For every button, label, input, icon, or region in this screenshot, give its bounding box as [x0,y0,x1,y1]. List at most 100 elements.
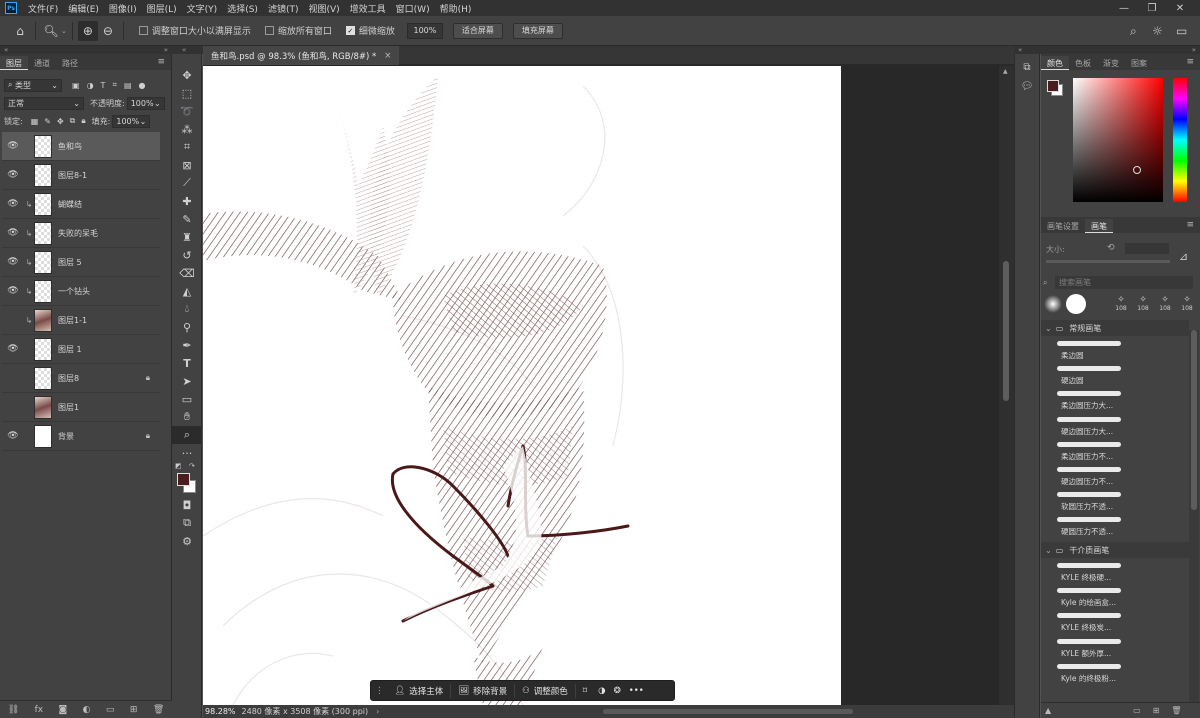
new-group-icon[interactable]: ▭ [106,705,115,715]
zoom-out-icon[interactable]: ⊖ [98,21,118,41]
comments-panel-icon[interactable]: 💬︎ [1015,81,1039,92]
brush-preset[interactable]: 硬边圆压力不... [1055,464,1123,489]
minimize-icon[interactable]: — [1110,0,1138,16]
more-options-icon[interactable]: ••• [625,680,648,701]
panel-menu-icon[interactable]: ≡ [157,57,165,67]
zoom-status[interactable]: 98.28% [205,707,236,716]
scroll-up-icon[interactable]: ▲ [1003,68,1008,75]
menu-item[interactable]: 编辑(E) [63,2,104,15]
zoom-tool-preset-icon[interactable]: 🔍︎ [41,21,61,41]
brush-size-icon[interactable]: ▲ [1045,706,1051,715]
select-subject-button[interactable]: 👤︎ 选择主体 [388,680,451,701]
layer-row[interactable]: 👁︎ ↳ 失败的呆毛 [2,219,160,248]
layer-row[interactable]: 图层8 🔒︎ [2,364,160,393]
menu-item[interactable]: 滤镜(T) [263,2,304,15]
menu-item[interactable]: 文字(Y) [182,2,223,15]
screen-mode-icon[interactable]: ⧉ [172,514,202,532]
quick-mask-icon[interactable]: ◘ [172,496,202,514]
panel-menu-icon[interactable]: ≡ [1186,57,1194,67]
close-icon[interactable]: ✕ [1166,0,1194,16]
menu-item[interactable]: 窗口(W) [391,2,435,15]
move-tool-icon[interactable]: ✥ [172,66,202,84]
new-layer-icon[interactable]: ⊞ [130,705,138,715]
filter-kind-select[interactable]: ⌕ 类型 ⌄ [4,78,62,92]
panel-menu-icon[interactable]: ≡ [1186,220,1194,230]
pixel-filter-icon[interactable]: ▣ [72,81,80,90]
create-new-brush-icon[interactable]: ⊞ [1153,706,1160,715]
brush-preset[interactable]: KYLE 终极炭... [1055,610,1123,635]
layer-row[interactable]: 👁︎ ↳ 图层 5 [2,248,160,277]
visibility-eye-icon[interactable]: 👁︎ [2,344,24,354]
menu-item[interactable]: 图像(I) [104,2,142,15]
tab-brush-settings[interactable]: 画笔设置 [1041,219,1085,233]
tools-collapse-strip[interactable]: « [172,46,203,54]
smart-object-filter-icon[interactable]: ▤ [124,81,132,90]
history-brush-tool-icon[interactable]: ↺ [172,246,202,264]
zoom-tool-icon[interactable]: ⌕ [172,426,202,444]
brush-preset[interactable]: 硬边圆 [1055,363,1123,388]
reset-size-icon[interactable]: ⟲ [1107,243,1115,253]
brush-tip-hard[interactable] [1066,294,1086,314]
edit-toolbar-icon[interactable]: ⚙ [172,532,202,550]
pen-tool-icon[interactable]: ✒ [172,336,202,354]
visibility-eye-icon[interactable]: 👁︎ [2,170,24,180]
brush-list-scrollbar[interactable] [1189,330,1199,710]
brush-tool-icon[interactable]: ✎ [172,210,202,228]
filter-toggle-icon[interactable]: ● [139,81,146,90]
new-brush-icon[interactable]: ⊿ [1179,250,1188,263]
layer-row[interactable]: ↳ 图层1-1 [2,306,160,335]
contrast-icon[interactable]: ◑ [594,680,609,701]
magic-wand-tool-icon[interactable]: ⁂ [172,120,202,138]
brush-tip-soft[interactable] [1044,295,1062,313]
tab-swatches[interactable]: 色板 [1069,56,1097,70]
restore-icon[interactable]: ❐ [1138,0,1166,16]
lock-all-icon[interactable]: 🔒︎ [81,116,85,126]
canvas[interactable] [203,66,841,705]
delete-brush-icon[interactable]: 🗑︎ [1171,706,1181,715]
stamp-tool-icon[interactable]: ♜ [172,228,202,246]
type-filter-icon[interactable]: T [101,81,106,90]
zoom-value-field[interactable]: 100% [406,22,443,39]
brush-group-general[interactable]: ⌄ ▭ 常规画笔 [1041,320,1189,336]
horizontal-scroll-thumb[interactable] [603,709,853,714]
brush-preset[interactable]: KYLE 额外厚... [1055,636,1123,661]
lock-transparent-icon[interactable]: ▦ [31,117,39,126]
remove-background-button[interactable]: 🖼︎ 移除背景 [451,680,514,701]
brush-preset[interactable]: 硬圆压力不透... [1055,514,1123,539]
hand-tool-icon[interactable]: ✋︎ [172,408,202,426]
hue-slider[interactable] [1173,78,1187,202]
resize-windows-checkbox[interactable] [138,26,148,35]
opacity-field[interactable]: 100% ⌄ [126,96,165,110]
visibility-eye-icon[interactable]: 👁︎ [2,228,24,238]
zoom-all-checkbox[interactable] [264,26,274,35]
more-tools-icon[interactable]: ··· [172,444,202,462]
brush-tip-preset[interactable]: ✧ 108 [1133,295,1153,315]
layer-row[interactable]: 👁︎ 图层 1 [2,335,160,364]
paint-bucket-tool-icon[interactable]: ◭ [172,282,202,300]
shape-filter-icon[interactable]: ⌗ [112,80,117,90]
search-icon[interactable]: ⌕ [1130,24,1137,39]
visibility-eye-icon[interactable]: 👁︎ [2,431,24,441]
healing-brush-tool-icon[interactable]: ✚ [172,192,202,210]
color-field[interactable] [1073,78,1163,202]
layer-row[interactable]: 👁︎ ↳ 一个钻头 [2,277,160,306]
eyedropper-tool-icon[interactable]: ⟋ [172,174,202,192]
scrubby-zoom-checkbox[interactable]: ✓ [345,26,355,35]
transform-icon[interactable]: ⌑ [576,680,594,701]
layer-row[interactable]: 👁︎ 背景 🔒︎ [2,422,160,451]
zoom-in-icon[interactable]: ⊕ [77,20,98,41]
chevron-down-icon[interactable]: ⌄ [61,27,67,35]
path-selection-tool-icon[interactable]: ➤ [172,372,202,390]
brush-preset[interactable]: 硬边圆压力大... [1055,414,1123,439]
layer-style-icon[interactable]: fx [35,705,44,715]
tab-color[interactable]: 颜色 [1041,56,1069,70]
history-panel-icon[interactable]: ⧉ [1015,62,1039,73]
brush-preset[interactable]: 软圆压力不透... [1055,489,1123,514]
eraser-tool-icon[interactable]: ⌫ [172,264,202,282]
type-tool-icon[interactable]: T [172,354,202,372]
size-field[interactable] [1125,243,1169,254]
adjustment-layer-icon[interactable]: ◐ [83,705,91,715]
drag-handle-icon[interactable]: ⋮ [371,680,388,701]
tab-channels[interactable]: 通道 [28,56,56,70]
new-brush-group-icon[interactable]: ▭ [1133,706,1141,715]
